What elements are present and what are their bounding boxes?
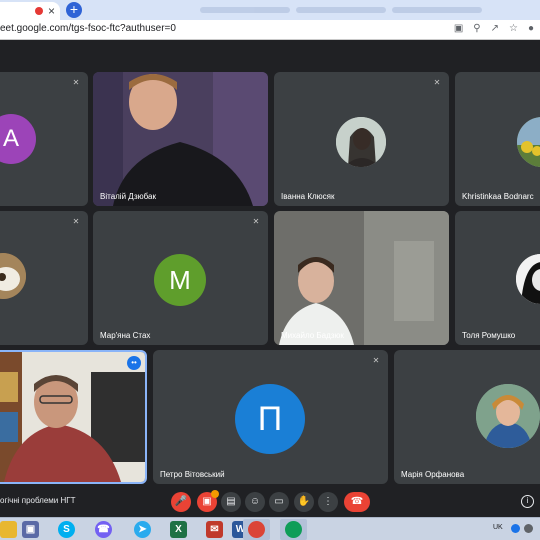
meeting-grid: A ✕ Віталій Дзюбак ✕ Іванна Клюсяк Khris…: [0, 41, 540, 492]
participant-avatar: П: [235, 384, 305, 454]
chrome-active-icon[interactable]: [285, 521, 302, 538]
participant-avatar: [476, 384, 540, 448]
participant-avatar: [517, 117, 540, 167]
address-bar-icons: ▣ ⚲ ↗ ☆ ●: [454, 23, 534, 34]
participant-name: Khristinkaa Bodnarc: [462, 192, 534, 201]
participant-video: [274, 211, 449, 345]
mic-muted-icon: ✕: [433, 78, 441, 87]
mic-muted-icon: ✕: [72, 78, 80, 87]
participant-tile[interactable]: П ✕ Петро Вітовський: [153, 350, 388, 484]
raise-hand-button[interactable]: ✋: [294, 492, 314, 512]
os-taskbar: ▣ S ☎ ➤ X ✉ W UK: [0, 517, 540, 540]
participant-tile[interactable]: Михайло Бадзюк: [274, 211, 449, 345]
participant-name: Петро Вітовський: [160, 470, 225, 479]
url-text[interactable]: eet.google.com/tgs-fsoc-ftc?authuser=0: [0, 23, 176, 34]
mic-muted-icon: ✕: [252, 217, 260, 226]
participant-tile[interactable]: ✕: [0, 211, 88, 345]
more-options-button[interactable]: ⋮: [318, 492, 338, 512]
participant-tile[interactable]: ✕ Толя Ромушко: [455, 211, 540, 345]
participant-name: Марія Орфанова: [401, 470, 465, 479]
share-icon[interactable]: ↗: [491, 23, 499, 34]
camera-icon[interactable]: ▣: [454, 23, 463, 34]
save-disk-icon[interactable]: ▣: [22, 521, 39, 538]
participant-avatar: [0, 253, 26, 299]
keyboard-language[interactable]: UK: [493, 524, 503, 531]
captions-button[interactable]: ▤: [221, 492, 241, 512]
skype-icon[interactable]: S: [58, 521, 75, 538]
viber-icon[interactable]: ☎: [95, 521, 112, 538]
present-screen-button[interactable]: ▭: [269, 492, 289, 512]
telegram-icon[interactable]: ➤: [134, 521, 151, 538]
participant-name: Віталій Дзюбак: [100, 192, 156, 201]
tab-close-icon[interactable]: ×: [48, 5, 55, 17]
mic-muted-icon: ✕: [372, 356, 380, 365]
participant-name: Іванна Клюсяк: [281, 192, 335, 201]
participant-avatar: A: [0, 114, 36, 164]
excel-icon[interactable]: X: [170, 521, 187, 538]
participant-tile[interactable]: Віталій Дзюбак: [93, 72, 268, 206]
participant-tile[interactable]: M ✕ Мар'яна Стах: [93, 211, 268, 345]
participant-avatar: M: [154, 254, 206, 306]
tray-network-icon[interactable]: [511, 524, 520, 533]
participant-video: [0, 352, 145, 482]
search-icon[interactable]: ⚲: [473, 23, 480, 34]
participant-avatar: [516, 254, 540, 304]
participant-name: Михайло Бадзюк: [281, 331, 344, 340]
camera-off-button[interactable]: ▣: [197, 490, 219, 512]
participant-tile[interactable]: ✕ Іванна Клюсяк: [274, 72, 449, 206]
star-icon[interactable]: ☆: [509, 23, 518, 34]
participant-tile[interactable]: Khristinkaa Bodnarc: [455, 72, 540, 206]
meeting-controls-bar: огічні проблеми НГТ 🎤 ▣ ▤ ☺ ▭ ✋ ⋮ ☎ i: [0, 487, 540, 517]
participant-avatar: [336, 117, 386, 167]
new-tab-button[interactable]: +: [66, 2, 82, 18]
browser-tab-active[interactable]: ×: [0, 2, 60, 20]
address-bar[interactable]: eet.google.com/tgs-fsoc-ftc?authuser=0 ▣…: [0, 20, 540, 40]
profile-icon[interactable]: ●: [528, 23, 534, 34]
participant-tile-active-speaker[interactable]: ••: [0, 350, 147, 484]
tray-volume-icon[interactable]: [524, 524, 533, 533]
participant-video: [93, 72, 268, 206]
recording-indicator-icon: [35, 7, 43, 15]
meeting-title: огічні проблеми НГТ: [0, 496, 76, 505]
chrome-icon[interactable]: [248, 521, 265, 538]
mic-off-button[interactable]: 🎤: [171, 492, 191, 512]
warning-badge-icon: [211, 490, 219, 498]
participant-name: Толя Ромушко: [462, 331, 516, 340]
participant-name: Мар'яна Стах: [100, 331, 151, 340]
participant-tile[interactable]: Марія Орфанова: [394, 350, 540, 484]
hangup-button[interactable]: ☎: [344, 492, 370, 512]
participant-tile[interactable]: A ✕: [0, 72, 88, 206]
mic-muted-icon: ✕: [72, 217, 80, 226]
file-explorer-icon[interactable]: [0, 521, 17, 538]
browser-tab-strip: × +: [0, 0, 540, 20]
meeting-info-button[interactable]: i: [521, 495, 534, 508]
emoji-button[interactable]: ☺: [245, 492, 265, 512]
background-tabs[interactable]: [200, 0, 530, 18]
speaking-indicator-icon: ••: [127, 356, 141, 370]
email-icon[interactable]: ✉: [206, 521, 223, 538]
